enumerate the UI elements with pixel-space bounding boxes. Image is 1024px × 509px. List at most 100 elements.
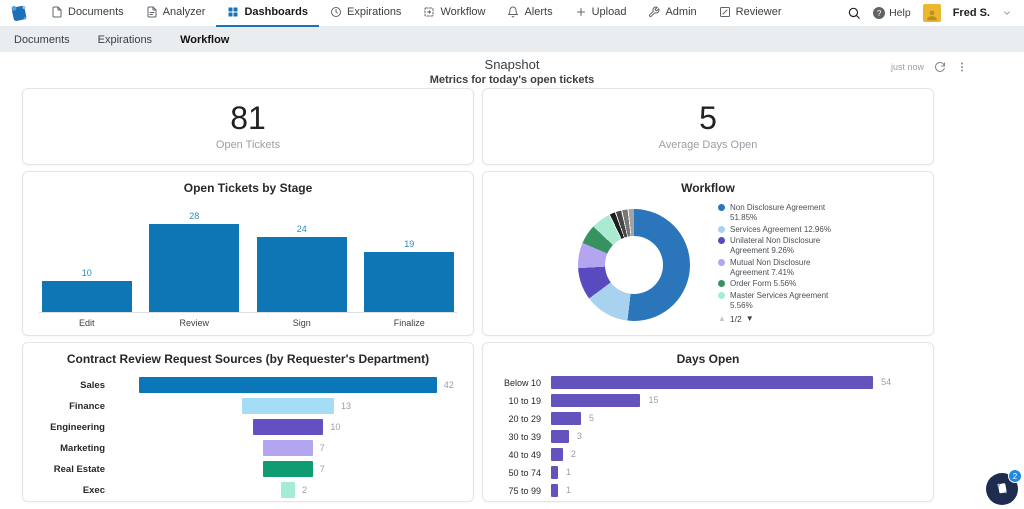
bar-value-label: 10	[330, 419, 340, 435]
subnav-item-documents[interactable]: Documents	[14, 34, 70, 46]
funnel-plot-area: Sales42Finance13Engineering10Marketing7R…	[23, 366, 473, 498]
bar-marketing[interactable]	[263, 440, 313, 456]
bar-edit[interactable]	[42, 281, 132, 312]
reviewer-icon	[719, 6, 731, 18]
legend-item[interactable]: Order Form 5.56%	[718, 279, 838, 289]
topnav-item-dashboards[interactable]: Dashboards	[216, 0, 319, 27]
topnav-item-label: Dashboards	[244, 6, 308, 18]
bar-slot: 28	[147, 211, 243, 312]
avatar[interactable]	[923, 4, 941, 22]
category-label: Below 10	[493, 378, 551, 388]
bar-sales[interactable]	[139, 377, 436, 393]
legend-item[interactable]: Master Services Agreement 5.56%	[718, 291, 838, 311]
topnav-item-workflow[interactable]: Workflow	[412, 0, 496, 27]
bar-value-label: 2	[571, 448, 576, 461]
topnav-item-expirations[interactable]: Expirations	[319, 0, 412, 27]
category-label: 30 to 39	[493, 432, 551, 442]
legend-dot	[718, 259, 725, 266]
bar-40-to-49[interactable]	[551, 448, 563, 461]
clock-icon	[330, 6, 342, 18]
bar-value-label: 19	[404, 239, 414, 249]
bar-50-to-74[interactable]	[551, 466, 558, 479]
chart-legend: Non Disclosure Agreement 51.85% Services …	[718, 203, 838, 324]
topnav-item-alerts[interactable]: Alerts	[496, 0, 563, 27]
chart-title: Days Open	[483, 343, 933, 366]
bar-value-label: 2	[302, 482, 307, 498]
topnav-item-reviewer[interactable]: Reviewer	[708, 0, 793, 27]
topnav-item-label: Expirations	[347, 6, 401, 18]
x-axis-label: Review	[147, 313, 243, 328]
chart-title: Contract Review Request Sources (by Requ…	[23, 343, 473, 366]
bar-finance[interactable]	[242, 398, 334, 414]
bar-value-label: 7	[320, 461, 325, 477]
legend-item[interactable]: Mutual Non Disclosure Agreement 7.41%	[718, 258, 838, 278]
bar-30-to-39[interactable]	[551, 430, 569, 443]
kpi-value: 5	[699, 102, 717, 136]
topnav-item-label: Upload	[592, 6, 627, 18]
bar-slot: 24	[254, 224, 350, 312]
legend-page-down-icon[interactable]: ▼	[746, 314, 754, 323]
topnav-item-analyzer[interactable]: Analyzer	[135, 0, 217, 27]
legend-item[interactable]: Unilateral Non Disclosure Agreement 9.26…	[718, 236, 838, 256]
chart-days-open: Days Open Below 105410 to 191520 to 2953…	[482, 342, 934, 502]
app-logo-icon[interactable]	[8, 2, 30, 24]
legend-item[interactable]: Non Disclosure Agreement 51.85%	[718, 203, 838, 223]
search-icon[interactable]	[847, 6, 861, 20]
legend-pager: ▲ 1/2 ▼	[718, 314, 838, 324]
kpi-card-open-tickets: 81 Open Tickets	[22, 88, 474, 165]
donut-chart[interactable]	[578, 209, 690, 321]
hbar-plot: 54	[551, 376, 917, 389]
kpi-card-average-days-open: 5 Average Days Open	[482, 88, 934, 165]
user-menu[interactable]: Fred S.	[953, 7, 990, 19]
legend-item[interactable]: Services Agreement 12.96%	[718, 225, 838, 235]
kpi-label: Open Tickets	[216, 139, 280, 151]
bar-20-to-29[interactable]	[551, 412, 581, 425]
bar-75-to-99[interactable]	[551, 484, 558, 497]
legend-label: Mutual Non Disclosure Agreement 7.41%	[730, 258, 838, 278]
hbar-plot: 15	[551, 394, 917, 407]
bar-engineering[interactable]	[253, 419, 324, 435]
bar-value-label: 3	[577, 430, 582, 443]
bar-10-to-19[interactable]	[551, 394, 640, 407]
legend-page-up-icon[interactable]: ▲	[718, 314, 726, 323]
refresh-icon[interactable]	[934, 61, 946, 73]
legend-label: Non Disclosure Agreement 51.85%	[730, 203, 838, 223]
top-navigation: Documents Analyzer Dashboards Expirations Wo…	[0, 0, 1024, 27]
funnel-plot: 2	[119, 482, 457, 498]
subnav-item-workflow[interactable]: Workflow	[180, 34, 229, 46]
category-label: 40 to 49	[493, 450, 551, 460]
legend-dot	[718, 204, 725, 211]
bar-exec[interactable]	[281, 482, 295, 498]
bar-finalize[interactable]	[364, 252, 454, 312]
topnav-item-documents[interactable]: Documents	[40, 0, 135, 27]
page-header: Snapshot Metrics for today's open ticket…	[0, 52, 1024, 88]
topnav-item-label: Analyzer	[163, 6, 206, 18]
bar-review[interactable]	[149, 224, 239, 312]
legend-label: Order Form 5.56%	[730, 279, 796, 289]
category-label: Sales	[31, 380, 119, 391]
bar-value-label: 10	[82, 268, 92, 278]
kebab-menu-icon[interactable]	[956, 61, 968, 73]
chat-fab[interactable]: 2	[986, 473, 1018, 505]
topnav-item-label: Alerts	[524, 6, 552, 18]
chart-open-tickets-by-stage: Open Tickets by Stage 10282419 EditRevie…	[22, 171, 474, 336]
chevron-down-icon[interactable]	[1002, 8, 1012, 18]
bar-value-label: 42	[444, 377, 454, 393]
topnav-right: ? Help Fred S.	[847, 4, 1012, 22]
hbar-row: 40 to 49 2	[493, 448, 917, 461]
analyzer-icon	[146, 6, 158, 18]
legend-dot	[718, 237, 725, 244]
category-label: 75 to 99	[493, 486, 551, 496]
topnav-items: Documents Analyzer Dashboards Expirations Wo…	[40, 0, 793, 27]
topnav-item-admin[interactable]: Admin	[637, 0, 707, 27]
subnav-item-expirations[interactable]: Expirations	[98, 34, 152, 46]
bar-real-estate[interactable]	[263, 461, 313, 477]
help-button[interactable]: ? Help	[873, 7, 911, 19]
category-label: Engineering	[31, 422, 119, 433]
bar-value-label: 24	[297, 224, 307, 234]
topnav-item-upload[interactable]: Upload	[564, 0, 638, 27]
dashboard-content: 81 Open Tickets 5 Average Days Open Open…	[22, 88, 934, 502]
bar-sign[interactable]	[257, 237, 347, 312]
kpi-value: 81	[230, 102, 266, 136]
bar-below-10[interactable]	[551, 376, 873, 389]
